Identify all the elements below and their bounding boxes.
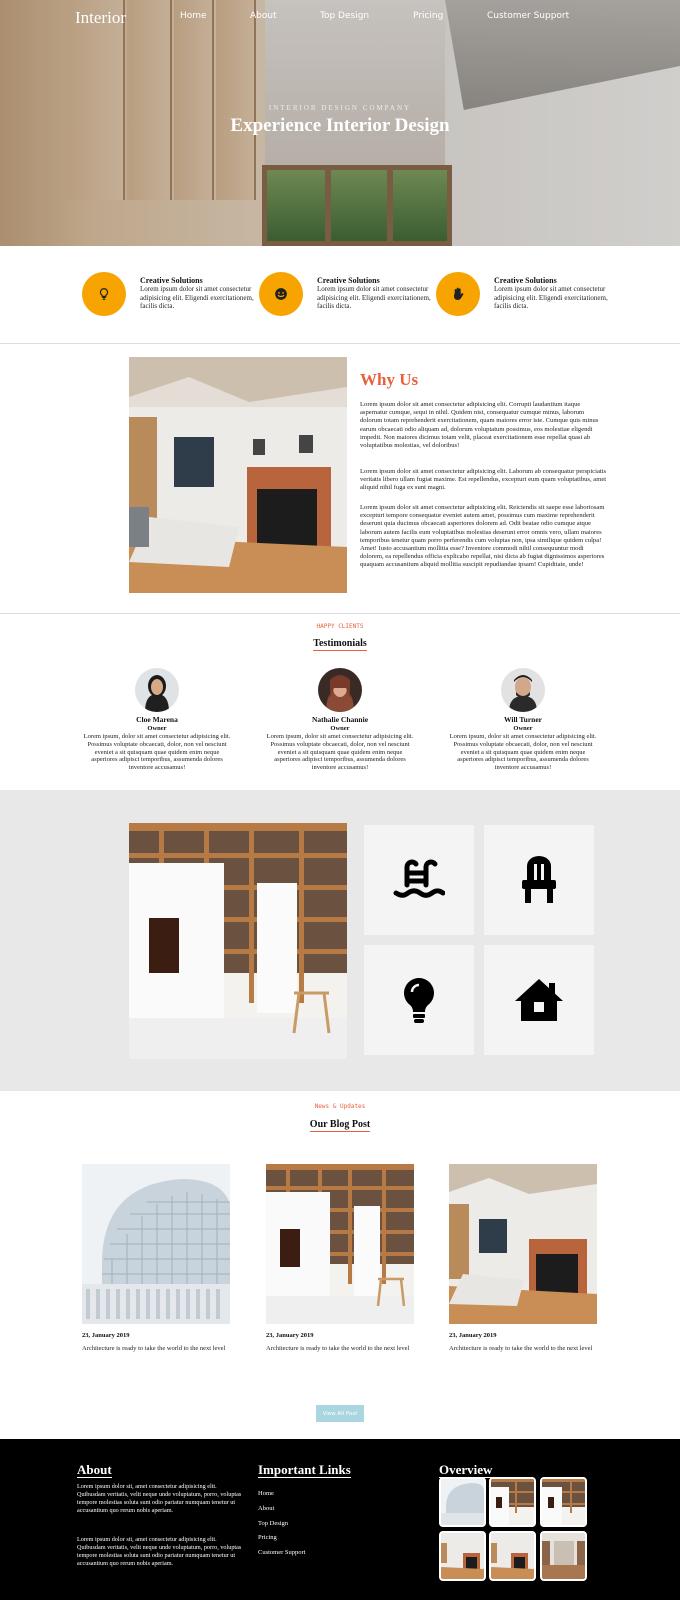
- testimonial-card: Cloe Marena Owner Lorem ipsum, dolor sit…: [82, 668, 232, 772]
- feature-icon-circle: [259, 272, 303, 316]
- overview-thumbnail[interactable]: [439, 1477, 486, 1527]
- testimonial-text: Lorem ipsum, dolor sit amet consectetur …: [83, 733, 231, 772]
- testimonials-title: Testimonials: [313, 638, 367, 651]
- house-icon: [515, 979, 563, 1021]
- feature-card: Creative Solutions Lorem ipsum dolor sit…: [82, 272, 254, 322]
- footer-link-about[interactable]: About: [258, 1505, 274, 1512]
- footer-about-text: Lorem ipsum dolor sit, amet consectetur …: [77, 1536, 242, 1567]
- smile-icon: [275, 288, 287, 300]
- feature-text: Lorem ipsum dolor sit amet consectetur a…: [317, 285, 431, 310]
- blog-post-date: 23, January 2019: [266, 1332, 314, 1339]
- footer-about-text: Lorem ipsum dolor sit, amet consectetur …: [77, 1483, 242, 1514]
- service-tile[interactable]: [364, 945, 474, 1055]
- hand-wave-icon: [454, 287, 464, 300]
- blog-title: Our Blog Post: [309, 1119, 371, 1132]
- hero-kicker: INTERIOR DESIGN COMPANY: [268, 104, 412, 112]
- feature-title: Creative Solutions: [494, 276, 557, 285]
- blog-post-excerpt[interactable]: Architecture is ready to take the world …: [449, 1345, 597, 1353]
- blog-post-excerpt[interactable]: Architecture is ready to take the world …: [82, 1345, 230, 1353]
- blog-post-image[interactable]: [449, 1164, 597, 1324]
- footer-link-home[interactable]: Home: [258, 1490, 274, 1497]
- footer-about-title: About: [77, 1462, 112, 1478]
- avatar: [135, 668, 179, 712]
- top-nav: Interior Home About Top Design Pricing C…: [0, 0, 680, 36]
- blog-post[interactable]: 23, January 2019 Architecture is ready t…: [266, 1164, 414, 1353]
- why-us-image: [129, 357, 347, 593]
- nav-about[interactable]: About: [250, 11, 277, 21]
- why-us-paragraph: Lorem ipsum dolor sit amet consectetur a…: [360, 504, 605, 569]
- blog-post[interactable]: 23, January 2019 Architecture is ready t…: [82, 1164, 230, 1353]
- testimonial-card: Will Turner Owner Lorem ipsum, dolor sit…: [448, 668, 598, 772]
- footer-link-pricing[interactable]: Pricing: [258, 1534, 277, 1541]
- testimonial-role: Owner: [147, 725, 167, 732]
- nav-top-design[interactable]: Top Design: [320, 11, 369, 21]
- why-us-section: Why Us Lorem ipsum dolor sit amet consec…: [0, 344, 680, 614]
- footer-links-title: Important Links: [258, 1462, 351, 1478]
- services-section: [0, 790, 680, 1091]
- hero-title: Experience Interior Design: [230, 115, 450, 136]
- hero-section: Interior Home About Top Design Pricing C…: [0, 0, 680, 246]
- blog-post-date: 23, January 2019: [449, 1332, 497, 1339]
- testimonial-text: Lorem ipsum, dolor sit amet consectetur …: [266, 733, 414, 772]
- service-tile[interactable]: [484, 945, 594, 1055]
- blog-post-image[interactable]: [266, 1164, 414, 1324]
- feature-icon-circle: [436, 272, 480, 316]
- footer-overview-title: Overview: [439, 1462, 493, 1478]
- chair-icon: [522, 856, 556, 903]
- footer-link-top-design[interactable]: Top Design: [258, 1520, 288, 1527]
- overview-thumbnail[interactable]: [489, 1531, 536, 1581]
- feature-text: Lorem ipsum dolor sit amet consectetur a…: [494, 285, 608, 310]
- why-us-paragraph: Lorem ipsum dolor sit amet consectetur a…: [360, 468, 607, 492]
- testimonial-name: Cloe Marena: [136, 715, 178, 724]
- testimonial-role: Owner: [330, 725, 350, 732]
- nav-pricing[interactable]: Pricing: [413, 11, 443, 21]
- feature-card: Creative Solutions Lorem ipsum dolor sit…: [259, 272, 431, 322]
- overview-thumbnail[interactable]: [540, 1477, 587, 1527]
- nav-home[interactable]: Home: [180, 11, 207, 21]
- service-tile[interactable]: [364, 825, 474, 935]
- lightbulb-icon: [404, 978, 434, 1023]
- overview-thumbnail[interactable]: [489, 1477, 536, 1527]
- blog-post-date: 23, January 2019: [82, 1332, 130, 1339]
- testimonial-role: Owner: [513, 725, 533, 732]
- feature-icon-circle: [82, 272, 126, 316]
- feature-title: Creative Solutions: [317, 276, 380, 285]
- footer-link-customer-support[interactable]: Customer Support: [258, 1549, 306, 1556]
- nav-customer-support[interactable]: Customer Support: [487, 11, 569, 21]
- testimonial-name: Nathalie Channie: [311, 715, 369, 724]
- lightbulb-icon: [99, 288, 109, 300]
- view-all-posts-button[interactable]: View All Post: [316, 1405, 364, 1422]
- why-us-title: Why Us: [360, 370, 419, 389]
- why-us-paragraph: Lorem ipsum dolor sit amet consectetur a…: [360, 401, 599, 450]
- blog-post[interactable]: 23, January 2019 Architecture is ready t…: [449, 1164, 597, 1353]
- blog-kicker: News & Updates: [314, 1103, 366, 1110]
- feature-title: Creative Solutions: [140, 276, 203, 285]
- feature-text: Lorem ipsum dolor sit amet consectetur a…: [140, 285, 254, 310]
- testimonials-section: HAPPY CLIENTS Testimonials Cloe Marena O…: [0, 614, 680, 790]
- service-tile[interactable]: [484, 825, 594, 935]
- swimming-pool-icon: [393, 859, 445, 898]
- testimonial-card: Nathalie Channie Owner Lorem ipsum, dolo…: [265, 668, 415, 772]
- overview-thumbnail[interactable]: [439, 1531, 486, 1581]
- site-logo[interactable]: Interior: [75, 8, 126, 28]
- features-section: Creative Solutions Lorem ipsum dolor sit…: [0, 246, 680, 344]
- overview-thumbnail[interactable]: [540, 1531, 587, 1581]
- testimonials-kicker: HAPPY CLIENTS: [316, 623, 364, 630]
- blog-section: News & Updates Our Blog Post 23, January…: [0, 1091, 680, 1439]
- blog-post-excerpt[interactable]: Architecture is ready to take the world …: [266, 1345, 414, 1353]
- feature-card: Creative Solutions Lorem ipsum dolor sit…: [436, 272, 608, 322]
- testimonial-text: Lorem ipsum, dolor sit amet consectetur …: [449, 733, 597, 772]
- blog-post-image[interactable]: [82, 1164, 230, 1324]
- avatar: [501, 668, 545, 712]
- services-image: [129, 823, 347, 1059]
- footer: About Lorem ipsum dolor sit, amet consec…: [0, 1439, 680, 1600]
- avatar: [318, 668, 362, 712]
- testimonial-name: Will Turner: [504, 715, 542, 724]
